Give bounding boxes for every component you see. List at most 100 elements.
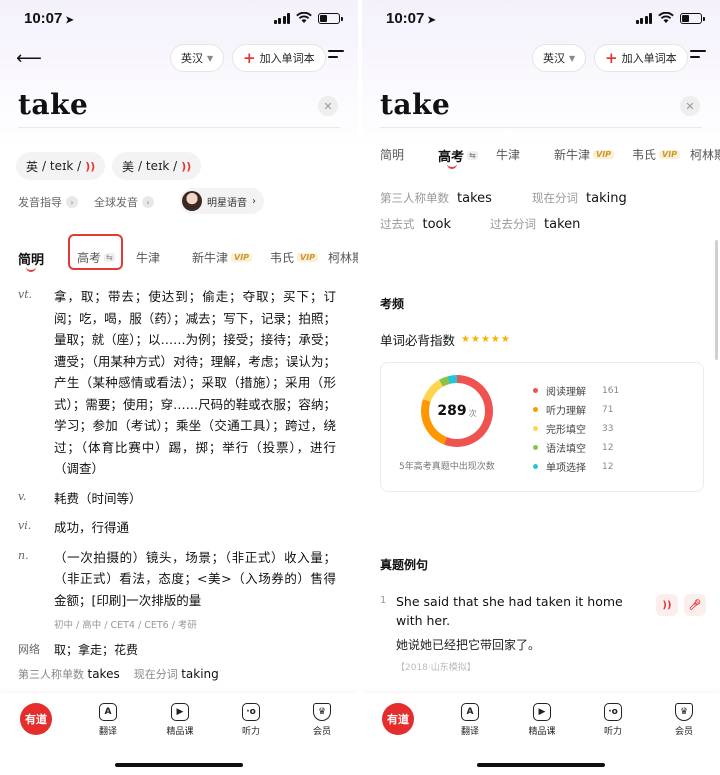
plus-icon: + xyxy=(243,49,256,67)
star-rating-icon: ★★★★★ xyxy=(461,334,511,345)
tab-listening[interactable]: ·o 听力 xyxy=(231,703,271,737)
switch-icon: ⇆ xyxy=(467,151,478,160)
tab-collins[interactable]: 柯林斯 xyxy=(328,249,358,266)
youdao-logo-button[interactable]: 有道 xyxy=(382,703,414,735)
legend-item: 完形填空 33 xyxy=(533,419,643,438)
tab-concise[interactable]: 简明 xyxy=(380,146,404,163)
caret-down-icon: ▼ xyxy=(207,53,214,63)
headword: take xyxy=(18,88,89,121)
tab-listening[interactable]: ·o 听力 xyxy=(593,703,633,737)
legend-value: 71 xyxy=(602,404,614,415)
wifi-icon xyxy=(296,12,312,23)
radio-icon: ·o xyxy=(604,703,622,721)
tab-concise[interactable]: 简明 xyxy=(18,249,44,272)
speaker-icon[interactable]: )) xyxy=(656,594,678,616)
global-pron-link[interactable]: 全球发音 › xyxy=(94,194,154,210)
signal-icon xyxy=(635,12,652,24)
tab-translate[interactable]: A 翻译 xyxy=(450,703,490,737)
legend-item: 听力理解 71 xyxy=(533,400,643,419)
active-tab-indicator xyxy=(26,267,36,272)
word-form-item: 过去式 took xyxy=(380,217,452,232)
recite-index-row: 单词必背指数 ★★★★★ xyxy=(380,333,511,348)
tab-membership[interactable]: ♛ 会员 xyxy=(302,703,342,737)
legend-value: 12 xyxy=(602,442,614,453)
top-nav: ⟵ 英汉 ▼ + 加入单词本 xyxy=(0,44,358,74)
vip-badge: VIP xyxy=(593,150,615,159)
dict-tabs: 简明 高考⇆ 牛津 新牛津VIP 韦氏VIP 柯林斯 xyxy=(362,140,720,170)
status-bar: 10:07 ➤ xyxy=(0,0,358,40)
bottom-tab-bar: 有道 A 翻译 ▶ 精品课 ·o 听力 ♛ 会员 xyxy=(362,693,720,775)
tab-oxford[interactable]: 牛津 xyxy=(496,146,520,163)
screenshot-stage: 10:07 ➤ ⟵ 英汉 ▼ + 加入单词本 take ✕ 英 / teɪk /)) 美… xyxy=(0,0,720,775)
wifi-icon xyxy=(658,12,674,23)
word-form-item: 现在分词 taking xyxy=(532,191,627,206)
headword: take xyxy=(380,88,451,121)
legend-label: 语法填空 xyxy=(546,444,586,455)
headword-underline xyxy=(380,127,702,128)
legend-value: 12 xyxy=(602,461,614,472)
dict-tabs: 简明 高考⇆ 牛津 新牛津VIP 韦氏VIP 柯林斯 xyxy=(0,243,358,273)
translate-icon: A xyxy=(99,703,117,721)
dict-language-selector[interactable]: 英汉 ▼ xyxy=(170,44,225,72)
tab-webster[interactable]: 韦氏 VIP xyxy=(632,146,681,163)
word-forms-preview: 第三人称单数 takes 现在分词 taking xyxy=(18,667,219,681)
pron-us[interactable]: 美 / teɪk /)) xyxy=(112,152,202,180)
highlight-annotation-box xyxy=(68,234,123,270)
definition-item: n. （一次拍摄的）镜头，场景；（非正式）收入量；（非正式）看法，态度；<美>（入… xyxy=(18,548,336,608)
speaker-icon: )) xyxy=(181,159,192,173)
tab-courses[interactable]: ▶ 精品课 xyxy=(522,703,562,737)
chevron-right-icon: › xyxy=(66,196,78,208)
legend-value: 161 xyxy=(602,385,620,396)
youdao-logo-button[interactable]: 有道 xyxy=(20,703,52,735)
chevron-right-icon: › xyxy=(142,196,154,208)
location-arrow-icon: ➤ xyxy=(65,15,74,26)
legend-dot xyxy=(533,407,538,412)
exam-level-tags: 初中 / 高中 / CET4 / CET6 / 考研 xyxy=(54,620,197,631)
definition-item: vt. 拿，取；带去；使达到；偷走；夺取；买下；订阅；吃，喝，服（药）；减去；写下… xyxy=(18,288,336,476)
clear-icon[interactable]: ✕ xyxy=(680,96,700,116)
battery-icon xyxy=(318,12,343,24)
legend-label: 听力理解 xyxy=(546,406,586,417)
add-vocab-button[interactable]: + 加入单词本 xyxy=(594,44,688,72)
word-form-item: 过去分词 taken xyxy=(490,217,581,232)
tab-webster[interactable]: 韦氏 VIP xyxy=(270,249,319,266)
vip-badge: VIP xyxy=(297,253,319,262)
legend-label: 阅读理解 xyxy=(546,387,586,398)
pron-sub-row: 发音指导 › 全球发音 › 明星语音 › xyxy=(18,188,340,214)
total-count: 289 xyxy=(437,403,467,419)
settings-sliders-icon[interactable] xyxy=(328,50,344,64)
video-play-icon: ▶ xyxy=(171,703,189,721)
definition-item: vi. 成功，行得通 xyxy=(18,519,130,535)
legend-dot xyxy=(533,445,538,450)
word-form-item: 第三人称单数 takes xyxy=(380,191,492,206)
section-title-examples: 真题例句 xyxy=(380,558,429,572)
tab-translate[interactable]: A 翻译 xyxy=(88,703,128,737)
add-vocab-button[interactable]: + 加入单词本 xyxy=(232,44,326,72)
home-indicator xyxy=(115,763,243,767)
dict-language-selector[interactable]: 英汉 ▼ xyxy=(532,44,587,72)
pron-uk[interactable]: 英 / teɪk /)) xyxy=(16,152,106,180)
tab-gaokao[interactable]: 高考 ⇆ xyxy=(438,146,478,169)
battery-icon xyxy=(680,12,705,24)
tab-courses[interactable]: ▶ 精品课 xyxy=(160,703,200,737)
celebrity-voice-chip[interactable]: 明星语音 › xyxy=(180,188,264,214)
tab-oxford[interactable]: 牛津 xyxy=(136,249,160,266)
section-title-frequency: 考频 xyxy=(380,297,405,311)
clear-icon[interactable]: ✕ xyxy=(318,96,338,116)
microphone-icon[interactable]: 🎤︎ xyxy=(684,594,706,616)
scrollbar[interactable] xyxy=(715,240,718,360)
legend-dot xyxy=(533,464,538,469)
settings-sliders-icon[interactable] xyxy=(690,50,706,64)
tab-membership[interactable]: ♛ 会员 xyxy=(664,703,704,737)
tab-new-oxford[interactable]: 新牛津 VIP xyxy=(554,146,615,163)
crown-shield-icon: ♛ xyxy=(675,703,693,721)
location-arrow-icon: ➤ xyxy=(427,15,436,26)
back-arrow-icon[interactable]: ⟵ xyxy=(16,48,42,69)
pron-guide-link[interactable]: 发音指导 › xyxy=(18,194,78,210)
legend-item: 语法填空 12 xyxy=(533,438,643,457)
right-screen: 10:07 ➤ 英汉 ▼ + 加入单词本 take ✕ 简明 高考 ⇆ 牛津 新牛津 VI… xyxy=(362,0,720,775)
tab-new-oxford[interactable]: 新牛津 VIP xyxy=(192,249,253,266)
tab-collins[interactable]: 柯林斯 xyxy=(690,146,720,163)
vip-badge: VIP xyxy=(231,253,253,262)
headword-underline xyxy=(18,127,340,128)
